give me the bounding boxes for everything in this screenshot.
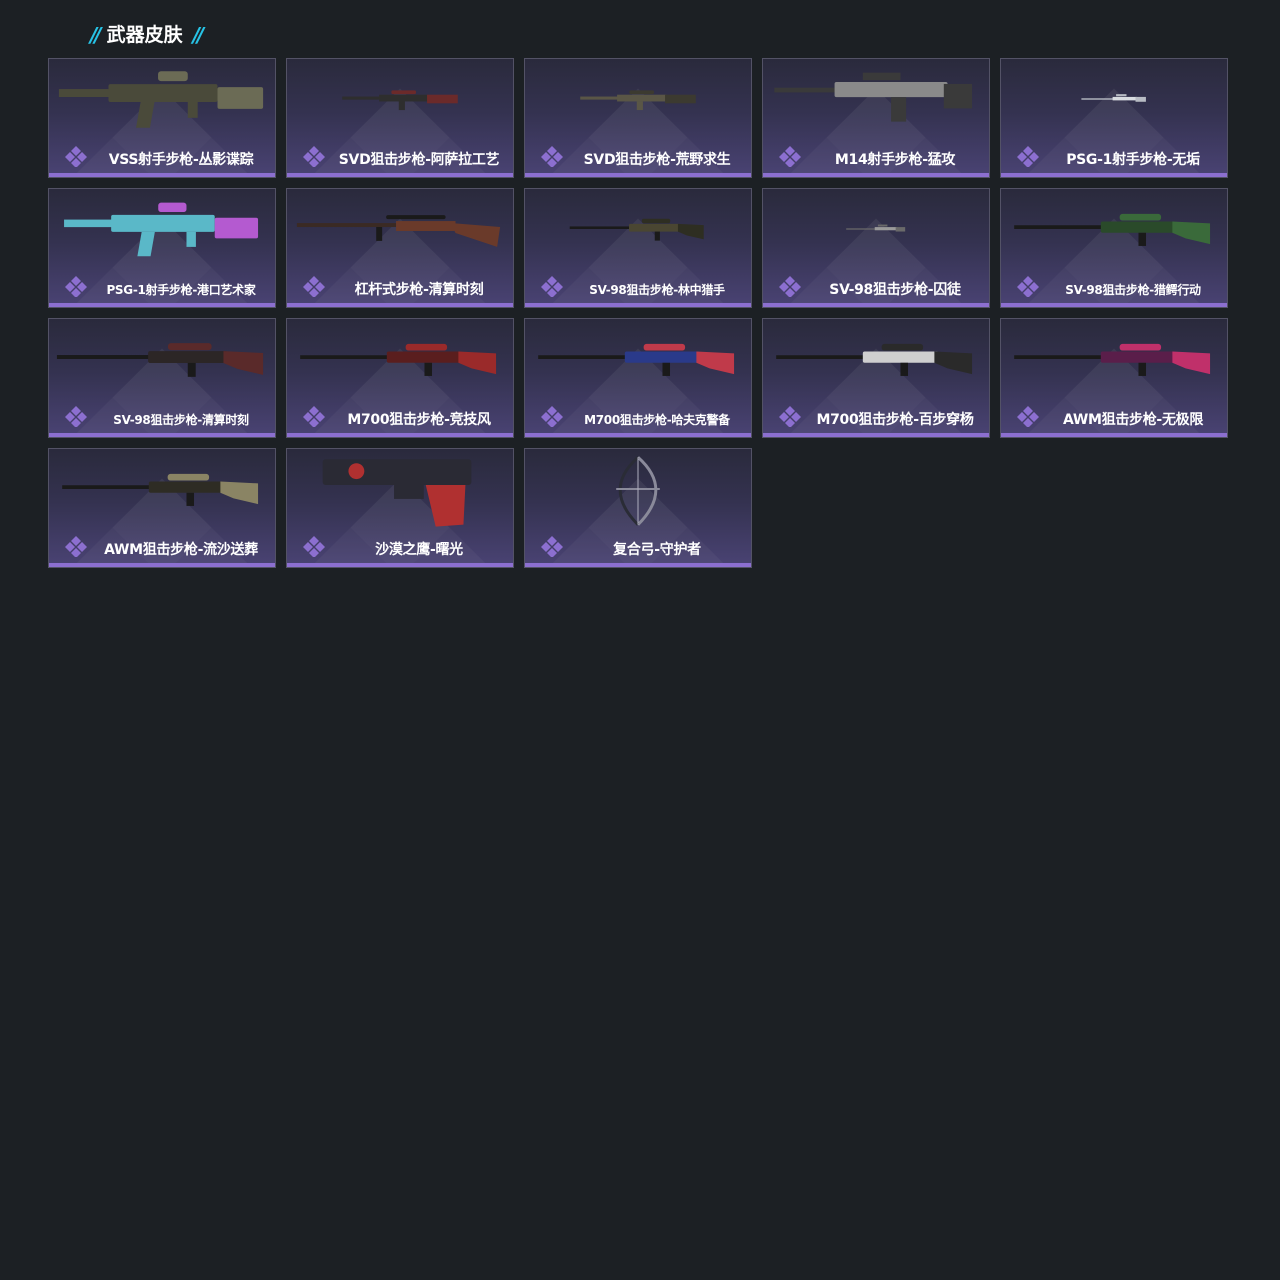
rarity-diamond-icon — [1017, 146, 1039, 167]
m700-rifle-icon — [300, 343, 497, 376]
rarity-diamond-icon — [779, 276, 801, 297]
rarity-diamond-icon — [541, 406, 563, 427]
svd-rifle-icon — [580, 90, 696, 111]
weapon-skin-card[interactable]: PSG-1射手步枪-港口艺术家 — [48, 188, 276, 308]
weapon-skin-name: SV-98狙击步枪-猎鳄行动 — [1065, 283, 1201, 297]
weapon-skin-name: M700狙击步枪-竞技风 — [347, 412, 491, 428]
weapon-skin-card[interactable]: SV-98狙击步枪-林中猎手 — [524, 188, 752, 308]
section-title: 武器皮肤 — [106, 23, 183, 46]
rarity-diamond-icon — [303, 406, 325, 427]
m14-rifle-icon — [774, 72, 973, 122]
svd-rifle-icon — [342, 90, 458, 111]
weapon-skin-card[interactable]: M700狙击步枪-百步穿杨 — [762, 318, 990, 438]
weapon-skin-name: M700狙击步枪-百步穿杨 — [816, 412, 974, 428]
weapon-skin-name: M14射手步枪-猛攻 — [834, 152, 956, 168]
section-header: // 武器皮肤 // — [90, 22, 204, 48]
rarity-diamond-icon — [779, 406, 801, 427]
rarity-diamond-icon — [779, 146, 801, 167]
sv98-rifle-icon — [846, 224, 906, 232]
weapon-skin-name: SV-98狙击步枪-林中猎手 — [589, 283, 725, 297]
weapon-skin-card[interactable]: PSG-1射手步枪-无垢 — [1000, 58, 1228, 178]
sv98-rifle-icon — [56, 343, 264, 377]
weapon-skin-name: SV-98狙击步枪-囚徒 — [829, 282, 961, 298]
rarity-diamond-icon — [303, 146, 325, 167]
m700-rifle-icon — [776, 343, 973, 376]
rarity-diamond-icon — [65, 536, 87, 557]
weapon-skin-card[interactable]: M700狙击步枪-哈夫克警备 — [524, 318, 752, 438]
sv98-rifle-icon — [1014, 213, 1211, 246]
lever-rifle-icon — [296, 215, 501, 247]
weapon-skin-card[interactable]: AWM狙击步枪-流沙送葬 — [48, 448, 276, 568]
rarity-diamond-icon — [65, 146, 87, 167]
rarity-diamond-icon — [1017, 406, 1039, 427]
title-slash-mark-left: // — [90, 23, 101, 47]
weapon-skin-name: 杠杆式步枪-清算时刻 — [354, 282, 484, 298]
weapon-skin-card[interactable]: 杠杆式步枪-清算时刻 — [286, 188, 514, 308]
sv98-rifle-icon — [569, 218, 704, 241]
weapon-skin-card[interactable]: VSS射手步枪-丛影谍踪 — [48, 58, 276, 178]
vss-rifle-icon — [58, 71, 264, 128]
weapon-skin-card[interactable]: 沙漠之鹰-曙光 — [286, 448, 514, 568]
rarity-diamond-icon — [1017, 276, 1039, 297]
awm-rifle-icon — [1014, 343, 1211, 376]
weapon-skin-name: PSG-1射手步枪-无垢 — [1066, 152, 1200, 168]
weapon-skin-name: PSG-1射手步枪-港口艺术家 — [106, 283, 256, 297]
title-slash-mark-right: // — [192, 23, 204, 47]
weapon-skin-name: SVD狙击步枪-阿萨拉工艺 — [338, 152, 500, 168]
m700-rifle-icon — [538, 343, 735, 376]
weapon-skin-name: VSS射手步枪-丛影谍踪 — [108, 152, 254, 168]
psg1-rifle-icon — [1081, 94, 1146, 102]
weapon-skin-card[interactable]: 复合弓-守护者 — [524, 448, 752, 568]
weapon-skin-card[interactable]: M14射手步枪-猛攻 — [762, 58, 990, 178]
weapon-skin-name: M700狙击步枪-哈夫克警备 — [584, 413, 730, 427]
rarity-diamond-icon — [65, 276, 87, 297]
weapon-skin-grid: VSS射手步枪-丛影谍踪 SVD狙击步枪-阿萨拉工艺 SVD狙击步枪-荒野求生 M14… — [48, 58, 1228, 568]
weapon-skin-card[interactable]: AWM狙击步枪-无极限 — [1000, 318, 1228, 438]
rarity-diamond-icon — [65, 406, 87, 427]
rarity-diamond-icon — [541, 536, 563, 557]
weapon-skin-name: AWM狙击步枪-无极限 — [1062, 412, 1204, 428]
weapon-skin-name: AWM狙击步枪-流沙送葬 — [104, 542, 258, 558]
weapon-skin-card[interactable]: SVD狙击步枪-荒野求生 — [524, 58, 752, 178]
rarity-diamond-icon — [541, 146, 563, 167]
weapon-skin-card[interactable]: SV-98狙击步枪-猎鳄行动 — [1000, 188, 1228, 308]
rarity-diamond-icon — [303, 276, 325, 297]
weapon-skin-name: SV-98狙击步枪-清算时刻 — [113, 413, 249, 427]
weapon-skin-card[interactable]: SV-98狙击步枪-囚徒 — [762, 188, 990, 308]
weapon-skin-name: 沙漠之鹰-曙光 — [375, 542, 463, 558]
compound-bow-icon — [616, 456, 660, 526]
weapon-skin-name: SVD狙击步枪-荒野求生 — [583, 152, 731, 168]
rarity-diamond-icon — [541, 276, 563, 297]
desert-eagle-pistol-icon — [322, 459, 472, 527]
psg1-rifle-icon — [64, 202, 259, 257]
weapon-skin-card[interactable]: SVD狙击步枪-阿萨拉工艺 — [286, 58, 514, 178]
awm-rifle-icon — [62, 473, 259, 506]
weapon-skin-card[interactable]: M700狙击步枪-竞技风 — [286, 318, 514, 438]
rarity-diamond-icon — [303, 536, 325, 557]
weapon-skin-card[interactable]: SV-98狙击步枪-清算时刻 — [48, 318, 276, 438]
weapon-skin-name: 复合弓-守护者 — [613, 542, 701, 558]
